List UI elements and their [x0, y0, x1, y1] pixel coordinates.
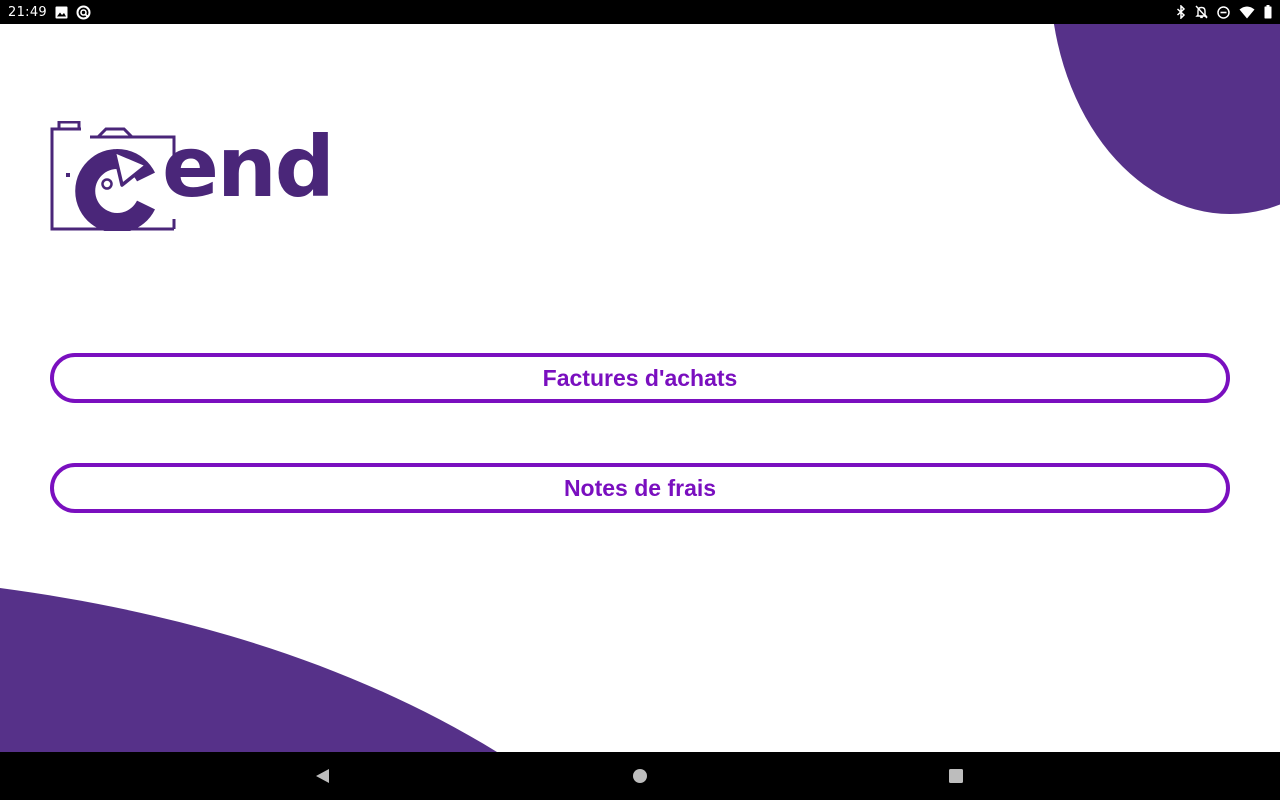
- notifications-off-icon: [1195, 5, 1208, 19]
- back-icon: [316, 769, 329, 783]
- status-time: 21:49: [8, 4, 47, 20]
- recents-icon: [949, 769, 963, 783]
- recents-button[interactable]: [943, 764, 969, 788]
- image-icon: [55, 6, 68, 19]
- status-bar-left: 21:49: [0, 5, 91, 20]
- home-icon: [633, 769, 647, 783]
- app-content: end Factures d'achats Notes de frais: [0, 24, 1280, 752]
- logo-wordmark: end: [162, 118, 335, 216]
- decorative-top-right-shape: [1050, 24, 1280, 214]
- status-bar-right: [1176, 5, 1280, 19]
- wifi-icon: [1239, 6, 1255, 19]
- android-screen: 21:49 end Factures d'achats Notes de fra…: [0, 0, 1280, 800]
- app-logo: end: [50, 118, 340, 231]
- decorative-bottom-left-shape: [0, 588, 497, 752]
- notes-de-frais-button[interactable]: Notes de frais: [50, 463, 1230, 513]
- battery-icon: [1264, 5, 1272, 19]
- bluetooth-icon: [1176, 5, 1186, 19]
- notes-de-frais-label: Notes de frais: [563, 474, 717, 501]
- sync-icon: [76, 5, 91, 20]
- home-button[interactable]: [627, 764, 653, 788]
- navigation-bar: [0, 752, 1280, 800]
- factures-achats-label: Factures d'achats: [542, 364, 738, 391]
- status-bar: 21:49: [0, 0, 1280, 24]
- factures-achats-button[interactable]: Factures d'achats: [50, 353, 1230, 403]
- back-button[interactable]: [310, 764, 336, 788]
- camera-icon: [50, 121, 176, 231]
- do-not-disturb-icon: [1217, 5, 1230, 19]
